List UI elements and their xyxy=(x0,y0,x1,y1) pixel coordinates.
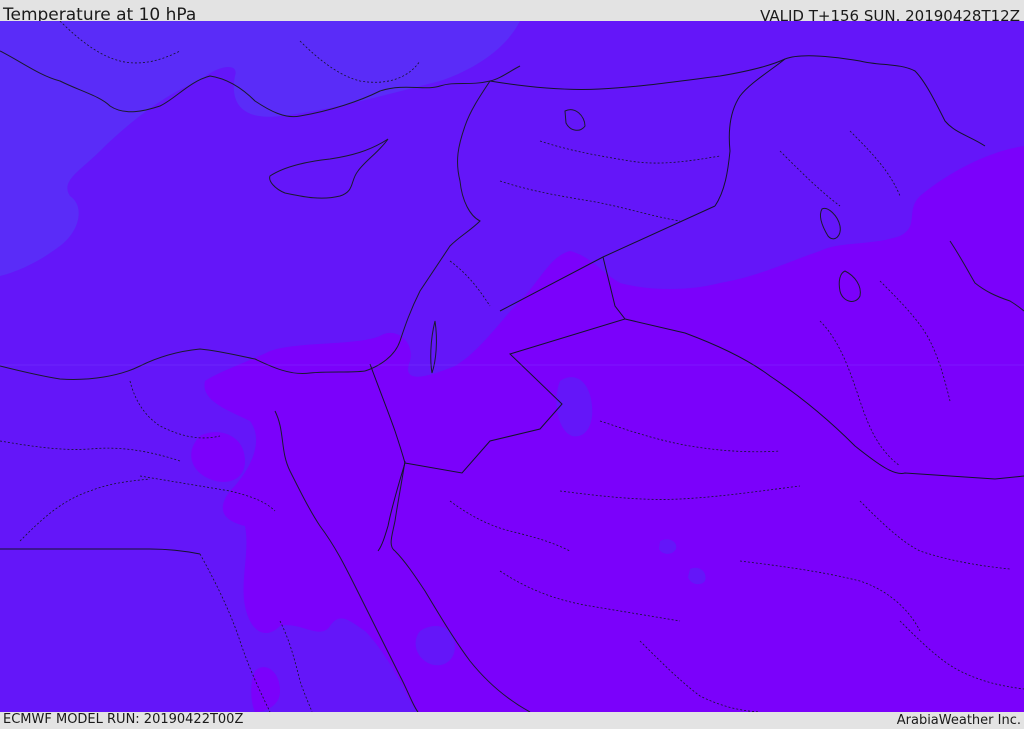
weather-map-frame: Temperature at 10 hPa VALID T+156 SUN. 2… xyxy=(0,0,1024,729)
temperature-map[interactable] xyxy=(0,21,1024,712)
model-run: ECMWF MODEL RUN: 20190422T00Z xyxy=(3,712,244,727)
credit-label: ArabiaWeather Inc. xyxy=(896,713,1021,728)
map-svg xyxy=(0,21,1024,712)
